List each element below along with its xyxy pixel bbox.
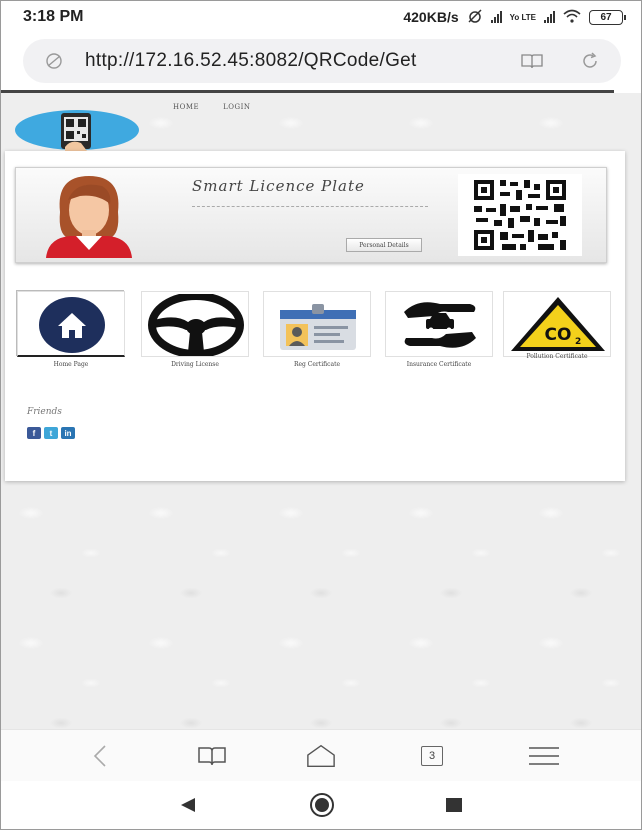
tile-label-home[interactable]: Home Page [17, 361, 125, 368]
insured-car-icon [400, 296, 480, 354]
battery-icon: 67 [589, 9, 626, 25]
tabs-button[interactable]: 3 [417, 742, 447, 770]
site-nav: HOME LOGIN [173, 103, 251, 111]
menu-icon[interactable] [529, 742, 559, 770]
address-bar[interactable]: http://172.16.52.45:8082/QRCode/Get [23, 39, 621, 83]
tile-label-reg[interactable]: Reg Certificate [263, 361, 371, 368]
qr-code-icon [458, 174, 582, 256]
alarm-icon [467, 8, 483, 27]
web-content: HOME LOGIN Smart Licence Plate Personal … [1, 93, 641, 729]
status-time: 3:18 PM [23, 8, 84, 25]
tile-reg-certificate[interactable] [263, 291, 371, 357]
system-recents-icon[interactable] [439, 793, 469, 817]
steering-wheel-icon [148, 292, 244, 358]
system-back-icon[interactable] [173, 793, 203, 817]
content-panel: Smart Licence Plate Personal Details Hom… [5, 151, 625, 481]
url-text[interactable]: http://172.16.52.45:8082/QRCode/Get [85, 50, 519, 72]
tile-label-driving[interactable]: Driving License [141, 361, 249, 368]
facebook-icon[interactable]: f [27, 427, 41, 439]
back-arrow-icon[interactable] [85, 742, 115, 770]
service-tiles: Home Page Driving License Reg Certificat… [15, 291, 615, 371]
tab-count: 3 [421, 746, 443, 766]
brand-title: Smart Licence Plate [192, 177, 365, 195]
linkedin-icon[interactable]: in [61, 427, 75, 439]
network-speed: 420KB/s [403, 9, 459, 25]
tile-insurance-certificate[interactable] [385, 291, 493, 357]
svg-text:2: 2 [575, 337, 581, 347]
browser-bottom-bar: 3 [1, 729, 641, 781]
tile-driving-license[interactable] [141, 291, 249, 358]
reload-icon[interactable] [577, 48, 603, 74]
tile-label-pollution[interactable]: Pollution Certificate [503, 353, 611, 360]
personal-details-button[interactable]: Personal Details [346, 238, 422, 252]
site-logo[interactable] [15, 107, 141, 153]
home-outline-icon[interactable] [306, 742, 336, 770]
co2-warning-icon: CO 2 [508, 294, 608, 354]
site-info-icon[interactable] [41, 48, 67, 74]
signal-icon-2 [544, 11, 555, 23]
svg-text:CO: CO [545, 325, 572, 345]
wifi-icon [563, 9, 581, 26]
system-home-icon[interactable] [307, 793, 337, 817]
brand-divider [192, 206, 428, 207]
browser-toolbar: http://172.16.52.45:8082/QRCode/Get [1, 33, 641, 93]
status-indicators: 420KB/s Yo LTE 67 [403, 8, 626, 27]
nav-login-link[interactable]: LOGIN [223, 103, 250, 111]
profile-header: Smart Licence Plate Personal Details [15, 167, 607, 263]
bookmarks-icon[interactable] [197, 742, 227, 770]
nav-home-link[interactable]: HOME [173, 103, 199, 111]
tile-pollution-certificate[interactable]: CO 2 [503, 291, 611, 357]
twitter-icon[interactable]: t [44, 427, 58, 439]
home-icon [38, 296, 106, 354]
network-type: Yo LTE [509, 12, 536, 22]
status-bar: 3:18 PM 420KB/s Yo LTE 67 [1, 1, 641, 33]
id-card-icon [278, 302, 358, 352]
reader-mode-icon[interactable] [519, 48, 545, 74]
tile-label-insurance[interactable]: Insurance Certificate [385, 361, 493, 368]
user-avatar-icon [40, 172, 138, 258]
signal-icon [490, 11, 502, 23]
system-navigation [1, 781, 641, 829]
friends-label: Friends [27, 407, 62, 417]
tile-home-page[interactable] [17, 291, 125, 357]
social-links: f t in [27, 427, 75, 439]
